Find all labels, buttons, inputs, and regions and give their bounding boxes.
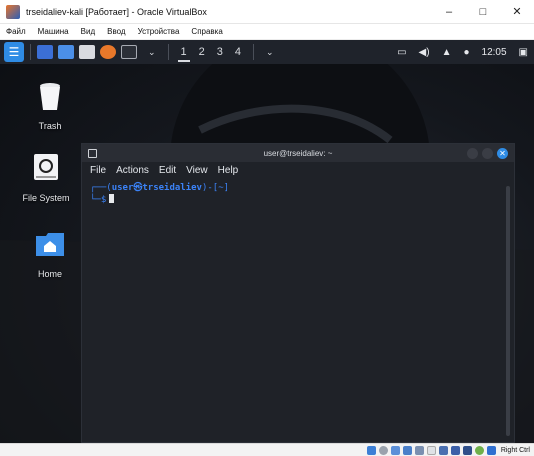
- keyboard-icon[interactable]: [486, 445, 496, 455]
- terminal-icon[interactable]: [121, 45, 137, 59]
- prompt-line-1: ┌──(user㉿trseidaliev)-[~]: [90, 182, 506, 194]
- guest-screen[interactable]: ☰ ⌄ 1 2 3 4 ⌄ ▭ ◀) ▲ ● 12:05 ▣ Trash Fil…: [0, 40, 534, 443]
- menu-input[interactable]: Ввод: [107, 27, 125, 36]
- terminal-menu-view[interactable]: View: [186, 165, 208, 176]
- bell-icon[interactable]: ▲: [442, 47, 452, 58]
- hard-disk-icon[interactable]: [366, 445, 376, 455]
- prompt-line-2: └─$: [90, 194, 506, 206]
- clock-icon: ●: [463, 46, 470, 58]
- terminal-menu-edit[interactable]: Edit: [159, 165, 176, 176]
- terminal-titlebar[interactable]: user@trseidaliev: ~ ✕: [82, 144, 514, 162]
- firefox-icon[interactable]: [100, 45, 116, 59]
- terminal-scrollbar[interactable]: [506, 186, 510, 436]
- virtualbox-icon: [6, 4, 20, 19]
- dropdown-icon[interactable]: ⌄: [266, 47, 274, 58]
- drive-icon: [34, 154, 58, 180]
- vbox-titlebar: trseidaliev-kali [Работает] - Oracle Vir…: [0, 0, 534, 24]
- text-editor-icon[interactable]: [79, 45, 95, 59]
- terminal-window[interactable]: user@trseidaliev: ~ ✕ File Actions Edit …: [81, 143, 515, 443]
- workspace-4[interactable]: 4: [235, 46, 241, 58]
- folder-icon[interactable]: [58, 45, 74, 59]
- desktop-icon-trash[interactable]: Trash: [18, 80, 82, 131]
- desktop-icon-file-system[interactable]: File System: [14, 152, 78, 203]
- window-title: trseidaliev-kali [Работает] - Oracle Vir…: [26, 6, 207, 17]
- terminal-menu-help[interactable]: Help: [218, 165, 239, 176]
- volume-icon[interactable]: ◀): [419, 47, 430, 58]
- menu-view[interactable]: Вид: [81, 27, 95, 36]
- kali-menu-icon[interactable]: ☰: [4, 42, 24, 62]
- close-button[interactable]: ✕: [500, 0, 534, 24]
- vbox-menubar: Файл Машина Вид Ввод Устройства Справка: [0, 24, 534, 40]
- text-cursor: [109, 194, 115, 203]
- chevron-down-icon[interactable]: ⌄: [148, 47, 156, 58]
- display-icon[interactable]: [438, 445, 448, 455]
- home-folder-icon: [36, 233, 64, 256]
- minimize-button[interactable]: –: [432, 0, 466, 24]
- optical-drive-icon[interactable]: [378, 445, 388, 455]
- workspace-1[interactable]: 1: [177, 46, 190, 62]
- menu-help[interactable]: Справка: [191, 27, 222, 36]
- prompt-suffix: )-[~]: [201, 183, 230, 193]
- recording-icon[interactable]: [450, 445, 460, 455]
- terminal-menubar: File Actions Edit View Help: [82, 162, 514, 178]
- menu-file[interactable]: Файл: [6, 27, 26, 36]
- files-icon[interactable]: [37, 45, 53, 59]
- window-controls: – □ ✕: [432, 0, 534, 24]
- cpu-icon[interactable]: [462, 445, 472, 455]
- audio-icon[interactable]: [390, 445, 400, 455]
- prompt-user-host: user㉿trseidaliev: [111, 183, 202, 193]
- desktop-icon-label: File System: [22, 193, 70, 203]
- terminal-title: user@trseidaliev: ~: [263, 148, 333, 158]
- terminal-menu-actions[interactable]: Actions: [116, 165, 149, 176]
- clock[interactable]: 12:05: [482, 47, 507, 58]
- terminal-output[interactable]: ┌──(user㉿trseidaliev)-[~] └─$: [82, 178, 514, 442]
- display-icon[interactable]: ▭: [397, 47, 406, 58]
- menu-machine[interactable]: Машина: [38, 27, 69, 36]
- lock-icon[interactable]: ▣: [519, 47, 528, 58]
- workspace-2[interactable]: 2: [199, 46, 205, 58]
- prompt-prefix: ┌──(: [90, 183, 112, 193]
- mouse-integration-icon[interactable]: [474, 445, 484, 455]
- vbox-statusbar: Right Ctrl: [0, 443, 534, 456]
- workspace-3[interactable]: 3: [217, 46, 223, 58]
- desktop-icon-home[interactable]: Home: [18, 228, 82, 279]
- menu-devices[interactable]: Устройства: [138, 27, 180, 36]
- host-key-label: Right Ctrl: [500, 446, 530, 454]
- desktop-icon-label: Home: [37, 269, 62, 279]
- panel-separator: [30, 44, 31, 60]
- kali-top-panel: ☰ ⌄ 1 2 3 4 ⌄ ▭ ◀) ▲ ● 12:05 ▣: [0, 40, 534, 64]
- panel-tray: ▭ ◀) ▲ ● 12:05 ▣: [397, 47, 534, 58]
- terminal-menu-file[interactable]: File: [90, 165, 106, 176]
- desktop-icon-label: Trash: [38, 121, 62, 131]
- trash-icon: [40, 83, 60, 110]
- shared-folders-icon[interactable]: [426, 445, 436, 455]
- usb-icon[interactable]: [414, 445, 424, 455]
- panel-separator: [253, 44, 255, 60]
- panel-separator: [167, 44, 169, 60]
- maximize-button[interactable]: □: [466, 0, 500, 24]
- prompt-dollar: └─$: [90, 195, 107, 205]
- network-icon[interactable]: [402, 445, 412, 455]
